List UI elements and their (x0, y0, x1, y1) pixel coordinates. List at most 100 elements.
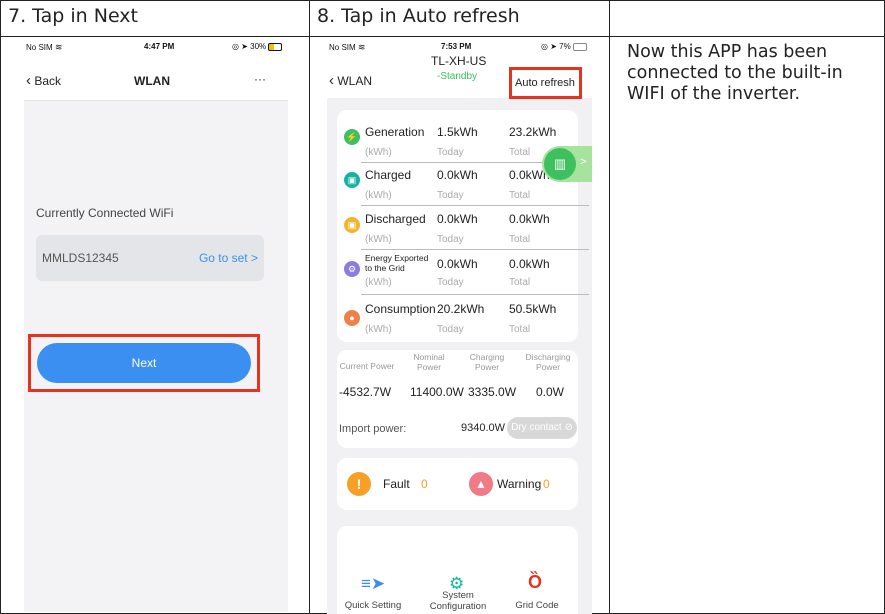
energy-unit: (kWh) (365, 324, 392, 335)
total-label: Total (509, 234, 531, 245)
import-value: 9340.0W (461, 422, 506, 434)
generation-icon: ⚡ (344, 129, 360, 145)
location-icon: ◎ ➤ (541, 42, 557, 51)
device-title: TL-XH-US (431, 54, 487, 68)
wifi-signal-icon: ≋ (54, 42, 63, 52)
table-border-left (0, 0, 1, 614)
highlight-box: Auto refresh (509, 67, 582, 99)
energy-today: 1.5kWh (437, 125, 478, 139)
status-carrier: No SIM ≋ (26, 42, 63, 52)
quick-setting-button[interactable]: Quick Setting (343, 600, 403, 611)
status-battery: ◎ ➤ 30% (232, 42, 283, 51)
phone-screenshot-wlan: No SIM ≋ 4:47 PM ◎ ➤ 30% ‹ Back WLAN ···… (24, 38, 288, 612)
table-border-top (0, 0, 885, 1)
total-label: Total (509, 277, 531, 288)
energy-today: 20.2kWh (437, 302, 485, 316)
status-carrier: No SIM ≋ (329, 42, 366, 52)
power-header: Current Power (339, 361, 395, 371)
battery-icon (572, 42, 587, 51)
energy-today: 0.0kWh (437, 168, 478, 182)
power-card: Current Power Nominal Power Charging Pow… (337, 350, 578, 448)
warning-icon: ▲ (469, 472, 493, 496)
device-status: -Standby (437, 71, 478, 82)
wifi-signal-icon: ≋ (357, 42, 366, 52)
back-button[interactable]: ‹ WLAN (329, 72, 372, 89)
location-icon: ◎ ➤ (232, 42, 248, 51)
grid-export-icon: ⚙ (344, 261, 360, 277)
wifi-box: MMLDS12345 Go to set > (36, 235, 264, 281)
energy-unit: (kWh) (365, 234, 392, 245)
power-value: 3335.0W (468, 385, 517, 399)
more-button[interactable]: ··· (254, 72, 266, 86)
fault-icon: ! (347, 472, 371, 496)
note-text: Now this APP has been connected to the b… (627, 42, 843, 104)
quick-setting-icon: ≡➤ (361, 574, 386, 593)
power-header: Nominal Power (413, 352, 445, 372)
step8-header: 8. Tap in Auto refresh (317, 5, 520, 27)
import-label: Import power: (339, 423, 407, 435)
energy-label: Discharged (365, 212, 426, 226)
chevron-left-icon: ‹ (329, 72, 334, 89)
warning-count: 0 (543, 477, 550, 491)
tools-card: ≡➤ Quick Setting ⚙ System Configuration … (337, 526, 578, 614)
today-label: Today (437, 234, 464, 245)
energy-label: Energy Exported to the Grid (365, 253, 429, 273)
charged-icon: ▣ (344, 172, 360, 188)
go-to-set-link[interactable]: Go to set > (199, 251, 258, 265)
wlan-content: Currently Connected WiFi MMLDS12345 Go t… (24, 100, 288, 612)
chevron-left-icon: ‹ (26, 72, 31, 89)
step7-header: 7. Tap in Next (8, 5, 138, 27)
table-divider-2 (609, 0, 610, 614)
grid-code-button[interactable]: Grid Code (509, 600, 565, 611)
energy-unit: (kWh) (365, 147, 392, 158)
fault-count: 0 (421, 477, 428, 491)
row-divider (361, 294, 589, 295)
row-divider (361, 205, 589, 206)
nav-title: WLAN (134, 74, 170, 88)
power-value: -4532.7W (339, 385, 392, 399)
system-configuration-button[interactable]: System Configuration (423, 590, 493, 612)
disabled-icon: ⊘ (564, 422, 573, 433)
energy-total: 0.0kWh (509, 212, 550, 226)
table-header-divider (0, 36, 885, 37)
energy-total: 23.2kWh (509, 125, 557, 139)
energy-today: 0.0kWh (437, 257, 478, 271)
energy-total: 0.0kWh (509, 257, 550, 271)
today-label: Today (437, 190, 464, 201)
dry-contact-button[interactable]: Dry contact ⊘ (507, 417, 577, 439)
fault-label[interactable]: Fault (383, 477, 410, 491)
auto-refresh-button[interactable]: Auto refresh (515, 77, 575, 89)
next-button[interactable]: Next (37, 343, 251, 383)
phone-screenshot-inverter: No SIM ≋ 7:53 PM ◎ ➤ 7% ‹ WLAN TL-XH-US … (327, 38, 592, 614)
chevron-right-icon: > (580, 156, 587, 168)
power-value: 0.0W (536, 385, 565, 399)
battery-icon (268, 42, 283, 51)
energy-label: Consumption (365, 302, 436, 316)
power-header: Charging Power (469, 352, 505, 372)
consumption-icon: ● (344, 310, 360, 326)
bar-chart-icon: ▥ (544, 148, 576, 180)
energy-unit: (kWh) (365, 277, 392, 288)
warning-label[interactable]: Warning (497, 477, 541, 491)
energy-today: 0.0kWh (437, 212, 478, 226)
power-header: Discharging Power (525, 352, 571, 372)
back-button[interactable]: ‹ Back (26, 72, 61, 89)
medal-icon: Ȍ (528, 572, 543, 592)
today-label: Today (437, 277, 464, 288)
status-time: 4:47 PM (144, 42, 175, 51)
energy-total: 50.5kWh (509, 302, 557, 316)
status-time: 7:53 PM (441, 42, 472, 51)
power-value: 11400.0W (410, 385, 464, 399)
chart-float-button[interactable]: ▥ > (542, 146, 592, 182)
energy-label: Generation (365, 125, 425, 139)
energy-unit: (kWh) (365, 190, 392, 201)
total-label: Total (509, 147, 531, 158)
alarm-card: ! Fault 0 ▲ Warning 0 (337, 458, 578, 510)
inverter-header: No SIM ≋ 7:53 PM ◎ ➤ 7% ‹ WLAN TL-XH-US … (327, 38, 592, 99)
status-battery: ◎ ➤ 7% (541, 42, 587, 51)
wifi-name: MMLDS12345 (42, 251, 119, 265)
today-label: Today (437, 324, 464, 335)
discharged-icon: ▣ (344, 217, 360, 233)
table-divider-1 (309, 0, 310, 614)
energy-card: ⚡ Generation (kWh) 1.5kWh Today 23.2kWh … (337, 110, 589, 342)
